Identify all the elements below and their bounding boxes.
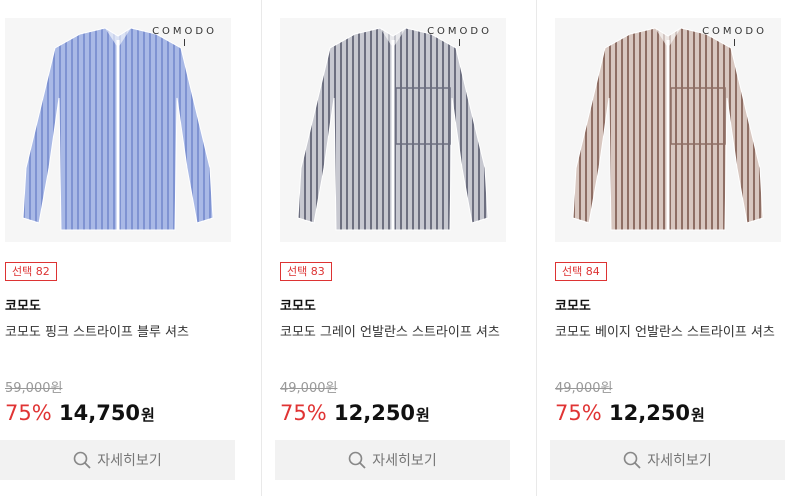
search-icon xyxy=(623,451,641,469)
product-image[interactable]: COMODO I xyxy=(5,18,231,242)
search-icon xyxy=(348,451,366,469)
sale-price: 14,750원 xyxy=(59,401,155,425)
column-divider xyxy=(536,0,537,496)
search-icon xyxy=(73,451,91,469)
select-number-badge: 선택 84 xyxy=(555,262,607,281)
discount-rate: 75% xyxy=(5,401,52,425)
detail-view-label: 자세히보기 xyxy=(647,453,712,469)
product-name[interactable]: 코모도 베이지 언발란스 스트라이프 셔츠 xyxy=(555,323,783,343)
product-card[interactable]: COMODO I 선택 82 코모도 코모도 핑크 스트라이프 블루 셔츠 59… xyxy=(0,0,250,496)
column-divider xyxy=(261,0,262,496)
original-price: 49,000원 xyxy=(280,381,338,396)
shirt-illustration xyxy=(572,27,764,231)
select-number-badge: 선택 83 xyxy=(280,262,332,281)
photo-brand-mark: COMODO I xyxy=(427,26,492,49)
shirt-illustration xyxy=(297,27,489,231)
detail-view-label: 자세히보기 xyxy=(372,453,437,469)
product-name[interactable]: 코모도 핑크 스트라이프 블루 셔츠 xyxy=(5,323,233,343)
photo-brand-mark: COMODO I xyxy=(702,26,767,49)
product-grid: COMODO I 선택 82 코모도 코모도 핑크 스트라이프 블루 셔츠 59… xyxy=(0,0,789,496)
select-number-badge: 선택 82 xyxy=(5,262,57,281)
detail-view-button[interactable]: 자세히보기 xyxy=(275,440,510,480)
discount-rate: 75% xyxy=(280,401,327,425)
shirt-illustration xyxy=(22,27,214,231)
photo-brand-mark: COMODO I xyxy=(152,26,217,49)
product-image[interactable]: COMODO I xyxy=(555,18,781,242)
original-price: 59,000원 xyxy=(5,381,63,396)
product-card[interactable]: COMODO I 선택 84 코모도 코모도 베이지 언발란스 스트라이프 셔츠… xyxy=(550,0,789,496)
product-name[interactable]: 코모도 그레이 언발란스 스트라이프 셔츠 xyxy=(280,323,508,343)
brand-name[interactable]: 코모도 xyxy=(555,295,591,314)
detail-view-button[interactable]: 자세히보기 xyxy=(550,440,785,480)
product-image[interactable]: COMODO I xyxy=(280,18,506,242)
product-card[interactable]: COMODO I 선택 83 코모도 코모도 그레이 언발란스 스트라이프 셔츠… xyxy=(275,0,515,496)
brand-name[interactable]: 코모도 xyxy=(5,295,41,314)
original-price: 49,000원 xyxy=(555,381,613,396)
sale-price: 12,250원 xyxy=(334,401,430,425)
brand-name[interactable]: 코모도 xyxy=(280,295,316,314)
discount-rate: 75% xyxy=(555,401,602,425)
sale-price: 12,250원 xyxy=(609,401,705,425)
detail-view-label: 자세히보기 xyxy=(97,453,162,469)
detail-view-button[interactable]: 자세히보기 xyxy=(0,440,235,480)
